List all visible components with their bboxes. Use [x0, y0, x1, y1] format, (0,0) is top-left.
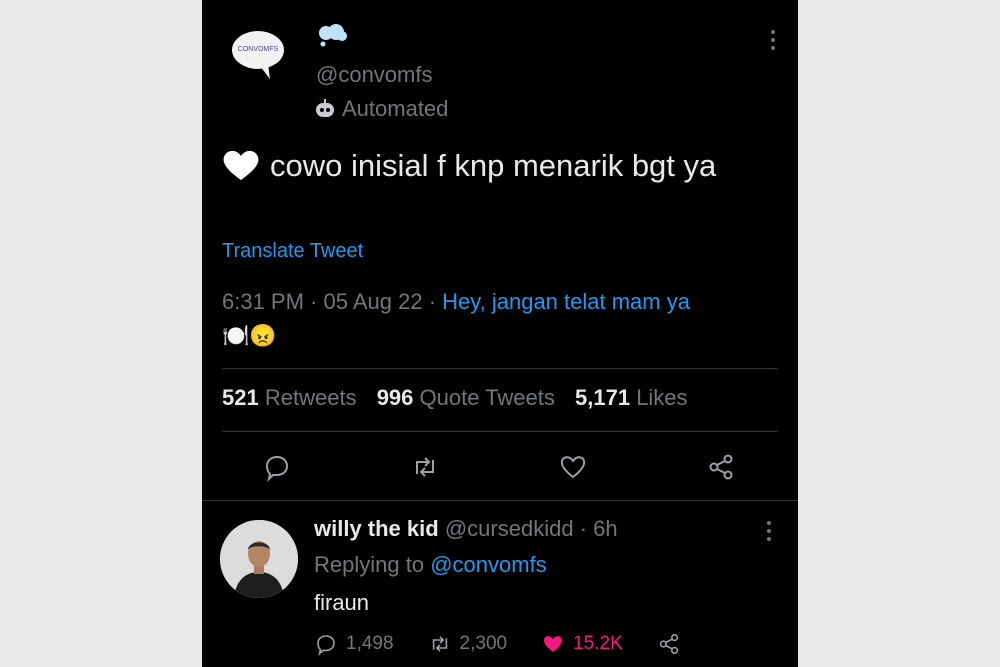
reply-icon: [265, 455, 289, 483]
reply-tweet[interactable]: willy the kid @cursedkidd · 6h Replying …: [202, 500, 798, 667]
svg-text:CONVOMFS: CONVOMFS: [238, 46, 279, 53]
more-vertical-icon: [771, 30, 775, 50]
reply-text: firaun: [314, 590, 370, 615]
reply-author-avatar[interactable]: [220, 520, 298, 598]
divider: [222, 431, 778, 432]
retweet-icon: [432, 636, 447, 652]
speech-bubble-logo-icon: CONVOMFS: [232, 31, 284, 79]
reply-author-handle[interactable]: @cursedkidd: [445, 516, 574, 541]
quote-tweets-stat[interactable]: 996 Quote Tweets: [377, 385, 555, 410]
reply-retweet-button[interactable]: 2,300: [428, 632, 508, 656]
robot-icon: [316, 99, 334, 117]
source-emojis: 🍽️😠: [222, 323, 277, 348]
reply-author-name[interactable]: willy the kid: [314, 516, 439, 541]
automated-label: Automated: [342, 96, 449, 121]
heart-filled-icon: [544, 636, 563, 652]
person-photo-icon: [220, 520, 298, 598]
reply-actions: 1,498 2,300 15.2K: [314, 632, 715, 656]
cloud-icon: [319, 24, 347, 47]
reply-icon: [317, 635, 335, 656]
automated-badge: Automated: [314, 96, 448, 122]
tweet-timestamp[interactable]: 6:31 PM · 05 Aug 22 ·: [222, 289, 442, 314]
tweet-stats: 521 Retweets 996 Quote Tweets 5,171 Like…: [222, 385, 702, 411]
display-name-cloud-emoji[interactable]: [316, 24, 348, 48]
reply-more-options-button[interactable]: [766, 520, 772, 542]
more-vertical-icon: [767, 521, 771, 541]
share-icon: [709, 454, 733, 480]
author-handle[interactable]: @convomfs: [316, 62, 432, 88]
tweet-body: cowo inisial f knp menarik bgt ya: [222, 140, 762, 192]
reply-like-button[interactable]: 15.2K: [541, 632, 623, 656]
replying-to-handle[interactable]: @convomfs: [430, 552, 546, 577]
heart-outline-icon: [560, 456, 586, 479]
reply-retweets-count: 2,300: [459, 633, 508, 654]
replying-to: Replying to @convomfs: [314, 552, 547, 578]
tweet-actions: [202, 448, 798, 488]
share-icon: [659, 634, 678, 654]
reply-replies-count: 1,498: [346, 633, 394, 654]
reply-time[interactable]: · 6h: [580, 516, 618, 541]
replying-to-label: Replying to: [314, 552, 425, 577]
tweet-meta: 6:31 PM · 05 Aug 22 · Hey, jangan telat …: [222, 286, 782, 352]
reply-reply-button[interactable]: 1,498: [314, 632, 394, 656]
tweet-detail-view: CONVOMFS @convomfs Automated cowo inisia…: [202, 0, 798, 667]
translate-tweet-link[interactable]: Translate Tweet: [222, 240, 363, 263]
retweets-stat[interactable]: 521 Retweets: [222, 385, 357, 410]
divider: [222, 368, 778, 369]
author-avatar[interactable]: CONVOMFS: [230, 26, 286, 82]
white-heart-emoji-icon: [222, 146, 260, 180]
retweet-icon: [416, 457, 434, 477]
reply-button[interactable]: [262, 452, 292, 483]
share-button[interactable]: [706, 452, 736, 482]
likes-stat[interactable]: 5,171 Likes: [575, 385, 688, 410]
reply-likes-count: 15.2K: [573, 633, 623, 654]
tweet-text: cowo inisial f knp menarik bgt ya: [270, 148, 717, 183]
reply-share-button[interactable]: [657, 632, 681, 656]
like-button[interactable]: [558, 452, 588, 482]
tweet-source-link[interactable]: Hey, jangan telat mam ya: [442, 289, 690, 314]
retweet-button[interactable]: [410, 452, 440, 482]
more-options-button[interactable]: [770, 28, 776, 52]
reply-header: willy the kid @cursedkidd · 6h: [314, 516, 618, 542]
